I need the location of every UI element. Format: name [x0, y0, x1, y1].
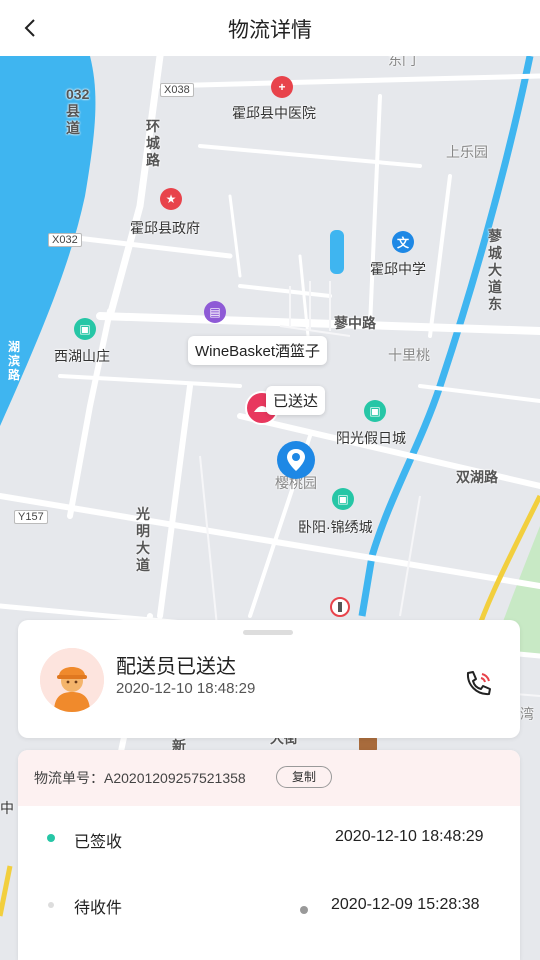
map-label-government: 霍邱县政府 [130, 220, 200, 236]
map-label-xihu: 西湖山庄 [54, 348, 110, 364]
drag-handle[interactable] [243, 630, 293, 635]
event-status: 待收件 [74, 900, 123, 917]
map-label-guangming-road: 光明大道 [136, 506, 150, 573]
call-courier-button[interactable] [460, 666, 496, 702]
timeline-dot [48, 902, 54, 908]
courier-status-title: 配送员已送达 [116, 656, 236, 678]
map-label-liaocheng-road: 蓼城大道东 [488, 228, 502, 312]
map-label-shuanghu-road: 双湖路 [456, 469, 498, 485]
timeline-dot [300, 906, 308, 914]
map-label-liaozhong-road: 蓼中路 [334, 315, 376, 331]
map-label-hospital: 霍邱县中医院 [232, 105, 316, 121]
map-label-lakeside: 湖滨路 [8, 340, 21, 382]
courier-card[interactable]: 配送员已送达 2020-12-10 18:48:29 [18, 620, 520, 738]
traffic-light-icon [330, 597, 350, 617]
timeline-dot-active [47, 834, 55, 842]
map-label-wolyang: 卧阳·锦绣城 [298, 519, 373, 535]
top-bar: 物流详情 [0, 0, 540, 56]
map-label-yangguang: 阳光假日城 [336, 430, 406, 446]
event-status: 已签收 [74, 834, 123, 851]
residence-icon[interactable]: ▣ [332, 488, 354, 510]
tracking-number: 物流单号：A20201209257521358 [34, 770, 246, 786]
courier-avatar [40, 648, 104, 712]
map-label-county-road: 032县道 [66, 86, 90, 136]
map-label-school: 霍邱中学 [370, 261, 426, 277]
page-title: 物流详情 [228, 19, 312, 42]
store-bubble: WineBasket酒篮子 [188, 336, 328, 365]
tracking-card: 物流单号：A20201209257521358 复制 已签收 2020-12-1… [18, 750, 520, 960]
school-icon[interactable]: 文 [392, 231, 414, 253]
road-code-x038: X038 [160, 83, 194, 97]
delivered-bubble: 已送达 [266, 386, 326, 415]
tracking-header: 物流单号：A20201209257521358 复制 [18, 750, 520, 806]
map-label-huancheng-road: 环城路 [146, 118, 160, 168]
map-label-shangle: 上乐园 [446, 144, 488, 160]
event-time: 2020-12-09 15:28:38 [331, 896, 480, 913]
phone-icon [466, 671, 491, 696]
copy-button[interactable]: 复制 [276, 766, 332, 788]
road-code-y157: Y157 [14, 510, 48, 524]
hotel-icon[interactable]: ▣ [74, 318, 96, 340]
courier-status-time: 2020-12-10 18:48:29 [116, 680, 256, 697]
courier-avatar-icon [40, 648, 104, 712]
government-icon[interactable]: ★ [160, 188, 182, 210]
map-label-left-partial: 中 [0, 800, 14, 816]
location-pin-icon[interactable] [276, 440, 316, 480]
event-time: 2020-12-10 18:48:29 [335, 828, 484, 845]
hospital-icon[interactable]: + [271, 76, 293, 98]
map-label-shilitao: 十里桃 [388, 347, 430, 363]
road-code-x032: X032 [48, 233, 82, 247]
shopping-icon[interactable]: ▤ [204, 301, 226, 323]
residence-icon[interactable]: ▣ [364, 400, 386, 422]
